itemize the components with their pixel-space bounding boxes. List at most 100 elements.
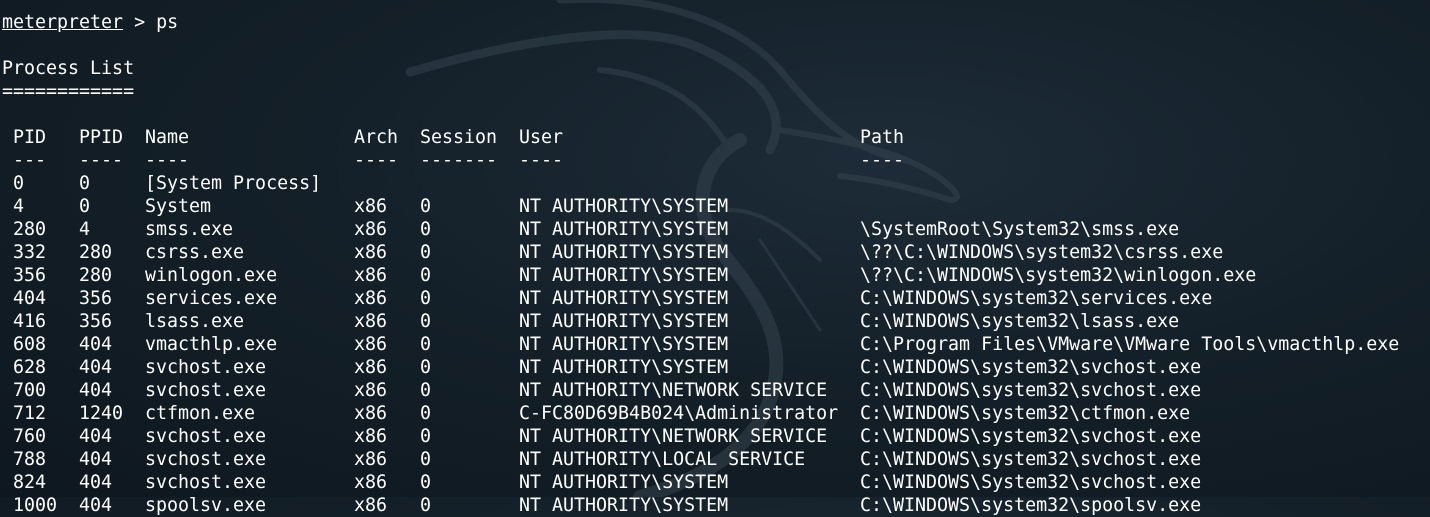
process-arch-cell: x86 xyxy=(354,357,388,378)
process-path-cell: C:\Program Files\VMware\VMware Tools\vma… xyxy=(860,334,1400,355)
process-arch-cell: x86 xyxy=(354,426,388,447)
header-path: Path xyxy=(860,127,905,148)
process-ppid-cell: 404 xyxy=(79,472,113,493)
process-name-cell: smss.exe xyxy=(145,219,234,240)
process-path-cell: C:\WINDOWS\system32\lsass.exe xyxy=(860,311,1180,332)
process-pid-cell: 608 xyxy=(13,334,47,355)
process-session-cell: 0 xyxy=(420,242,432,263)
process-user-cell: NT AUTHORITY\SYSTEM xyxy=(519,219,729,240)
table-separator-row: --- ---- ---- ---- ------- ---- ---- xyxy=(2,149,1428,172)
process-pid-cell: 1000 xyxy=(13,495,58,516)
process-row: 608 404 vmacthlp.exe x86 0 NT AUTHORITY\SYSTE… xyxy=(2,333,1428,356)
process-session-cell: 0 xyxy=(420,472,432,493)
process-ppid-cell: 404 xyxy=(79,380,113,401)
process-ppid-cell: 280 xyxy=(79,265,113,286)
process-user-cell: NT AUTHORITY\NETWORK SERVICE xyxy=(519,380,828,401)
process-pid-cell: 332 xyxy=(13,242,47,263)
process-name-cell: svchost.exe xyxy=(145,472,267,493)
header-user: User xyxy=(519,127,564,148)
process-user-cell: NT AUTHORITY\SYSTEM xyxy=(519,265,729,286)
process-session-cell: 0 xyxy=(420,311,432,332)
process-path-cell: C:\WINDOWS\system32\svchost.exe xyxy=(860,426,1202,447)
process-row: 332 280 csrss.exe x86 0 NT AUTHORITY\SYSTEM \?… xyxy=(2,241,1428,264)
process-session-cell: 0 xyxy=(420,495,432,516)
process-session-cell: 0 xyxy=(420,196,432,217)
process-row: 416 356 lsass.exe x86 0 NT AUTHORITY\SYSTEM C:… xyxy=(2,310,1428,333)
process-pid-cell: 280 xyxy=(13,219,47,240)
process-arch-cell: x86 xyxy=(354,334,388,355)
process-ppid-cell: 404 xyxy=(79,426,113,447)
command-line: meterpreter > ps xyxy=(2,11,1428,34)
process-arch-cell: x86 xyxy=(354,449,388,470)
process-arch-cell: x86 xyxy=(354,288,388,309)
process-session-cell: 0 xyxy=(420,380,432,401)
process-pid-cell: 700 xyxy=(13,380,47,401)
process-name-cell: svchost.exe xyxy=(145,426,267,447)
process-pid-cell: 356 xyxy=(13,265,47,286)
process-row: 824 404 svchost.exe x86 0 NT AUTHORITY\SYSTEM… xyxy=(2,471,1428,494)
process-user-cell: NT AUTHORITY\SYSTEM xyxy=(519,495,729,516)
process-name-cell: System xyxy=(145,196,212,217)
process-row: 712 1240 ctfmon.exe x86 0 C-FC80D69B4B024\Adm… xyxy=(2,402,1428,425)
process-pid-cell: 4 xyxy=(13,196,25,217)
process-ppid-cell: 404 xyxy=(79,334,113,355)
process-row: 404 356 services.exe x86 0 NT AUTHORITY\SYSTE… xyxy=(2,287,1428,310)
process-ppid-cell: 0 xyxy=(79,196,91,217)
process-arch-cell: x86 xyxy=(354,472,388,493)
process-pid-cell: 712 xyxy=(13,403,47,424)
process-pid-cell: 416 xyxy=(13,311,47,332)
process-ppid-cell: 280 xyxy=(79,242,113,263)
process-session-cell: 0 xyxy=(420,357,432,378)
process-name-cell: spoolsv.exe xyxy=(145,495,267,516)
process-row: 4 0 System x86 0 NT AUTHORITY\SYSTEM xyxy=(2,195,1428,218)
process-session-cell: 0 xyxy=(420,403,432,424)
process-ppid-cell: 4 xyxy=(79,219,91,240)
process-ppid-cell: 404 xyxy=(79,357,113,378)
process-session-cell: 0 xyxy=(420,288,432,309)
process-ppid-cell: 404 xyxy=(79,449,113,470)
process-name-cell: svchost.exe xyxy=(145,357,267,378)
process-user-cell: NT AUTHORITY\SYSTEM xyxy=(519,311,729,332)
ps-command: > ps xyxy=(123,12,179,33)
process-path-cell: \??\C:\WINDOWS\system32\winlogon.exe xyxy=(860,265,1257,286)
separator-arch: ---- xyxy=(354,150,399,171)
process-row: 788 404 svchost.exe x86 0 NT AUTHORITY\LOCAL … xyxy=(2,448,1428,471)
process-session-cell: 0 xyxy=(420,265,432,286)
process-name-cell: vmacthlp.exe xyxy=(145,334,278,355)
process-session-cell: 0 xyxy=(420,426,432,447)
separator-path: ---- xyxy=(860,150,905,171)
process-name-cell: services.exe xyxy=(145,288,278,309)
separator-user: ---- xyxy=(519,150,564,171)
process-ppid-cell: 0 xyxy=(79,173,91,194)
process-user-cell: NT AUTHORITY\SYSTEM xyxy=(519,357,729,378)
process-pid-cell: 628 xyxy=(13,357,47,378)
process-row: 628 404 svchost.exe x86 0 NT AUTHORITY\SYSTEM… xyxy=(2,356,1428,379)
process-row: 1000 404 spoolsv.exe x86 0 NT AUTHORITY\SYSTE… xyxy=(2,494,1428,517)
process-row: 700 404 svchost.exe x86 0 NT AUTHORITY\NETWOR… xyxy=(2,379,1428,402)
process-path-cell: C:\WINDOWS\system32\services.exe xyxy=(860,288,1213,309)
process-user-cell: NT AUTHORITY\SYSTEM xyxy=(519,334,729,355)
process-ppid-cell: 1240 xyxy=(79,403,124,424)
process-row: 0 0 [System Process] xyxy=(2,172,1428,195)
process-name-cell: svchost.exe xyxy=(145,380,267,401)
process-arch-cell: x86 xyxy=(354,403,388,424)
process-arch-cell: x86 xyxy=(354,242,388,263)
process-list-title: Process List xyxy=(2,58,135,79)
header-pid: PID xyxy=(13,127,47,148)
header-ppid: PPID xyxy=(79,127,124,148)
process-ppid-cell: 404 xyxy=(79,495,113,516)
process-row: 760 404 svchost.exe x86 0 NT AUTHORITY\NETWOR… xyxy=(2,425,1428,448)
process-arch-cell: x86 xyxy=(354,495,388,516)
terminal-output[interactable]: meterpreter > ps Process List ==========… xyxy=(2,0,1428,517)
process-user-cell: NT AUTHORITY\SYSTEM xyxy=(519,472,729,493)
separator-name: ---- xyxy=(145,150,190,171)
process-name-cell: [System Process] xyxy=(145,173,322,194)
process-list-title-underline: ============ xyxy=(2,81,135,102)
process-table-body: 0 0 [System Process] 4 0 System x86 0 NT AUTHORI… xyxy=(2,172,1428,517)
process-pid-cell: 0 xyxy=(13,173,25,194)
process-user-cell: NT AUTHORITY\SYSTEM xyxy=(519,196,729,217)
separator-ppid: ---- xyxy=(79,150,124,171)
process-path-cell: \??\C:\WINDOWS\system32\csrss.exe xyxy=(860,242,1224,263)
header-session: Session xyxy=(420,127,498,148)
